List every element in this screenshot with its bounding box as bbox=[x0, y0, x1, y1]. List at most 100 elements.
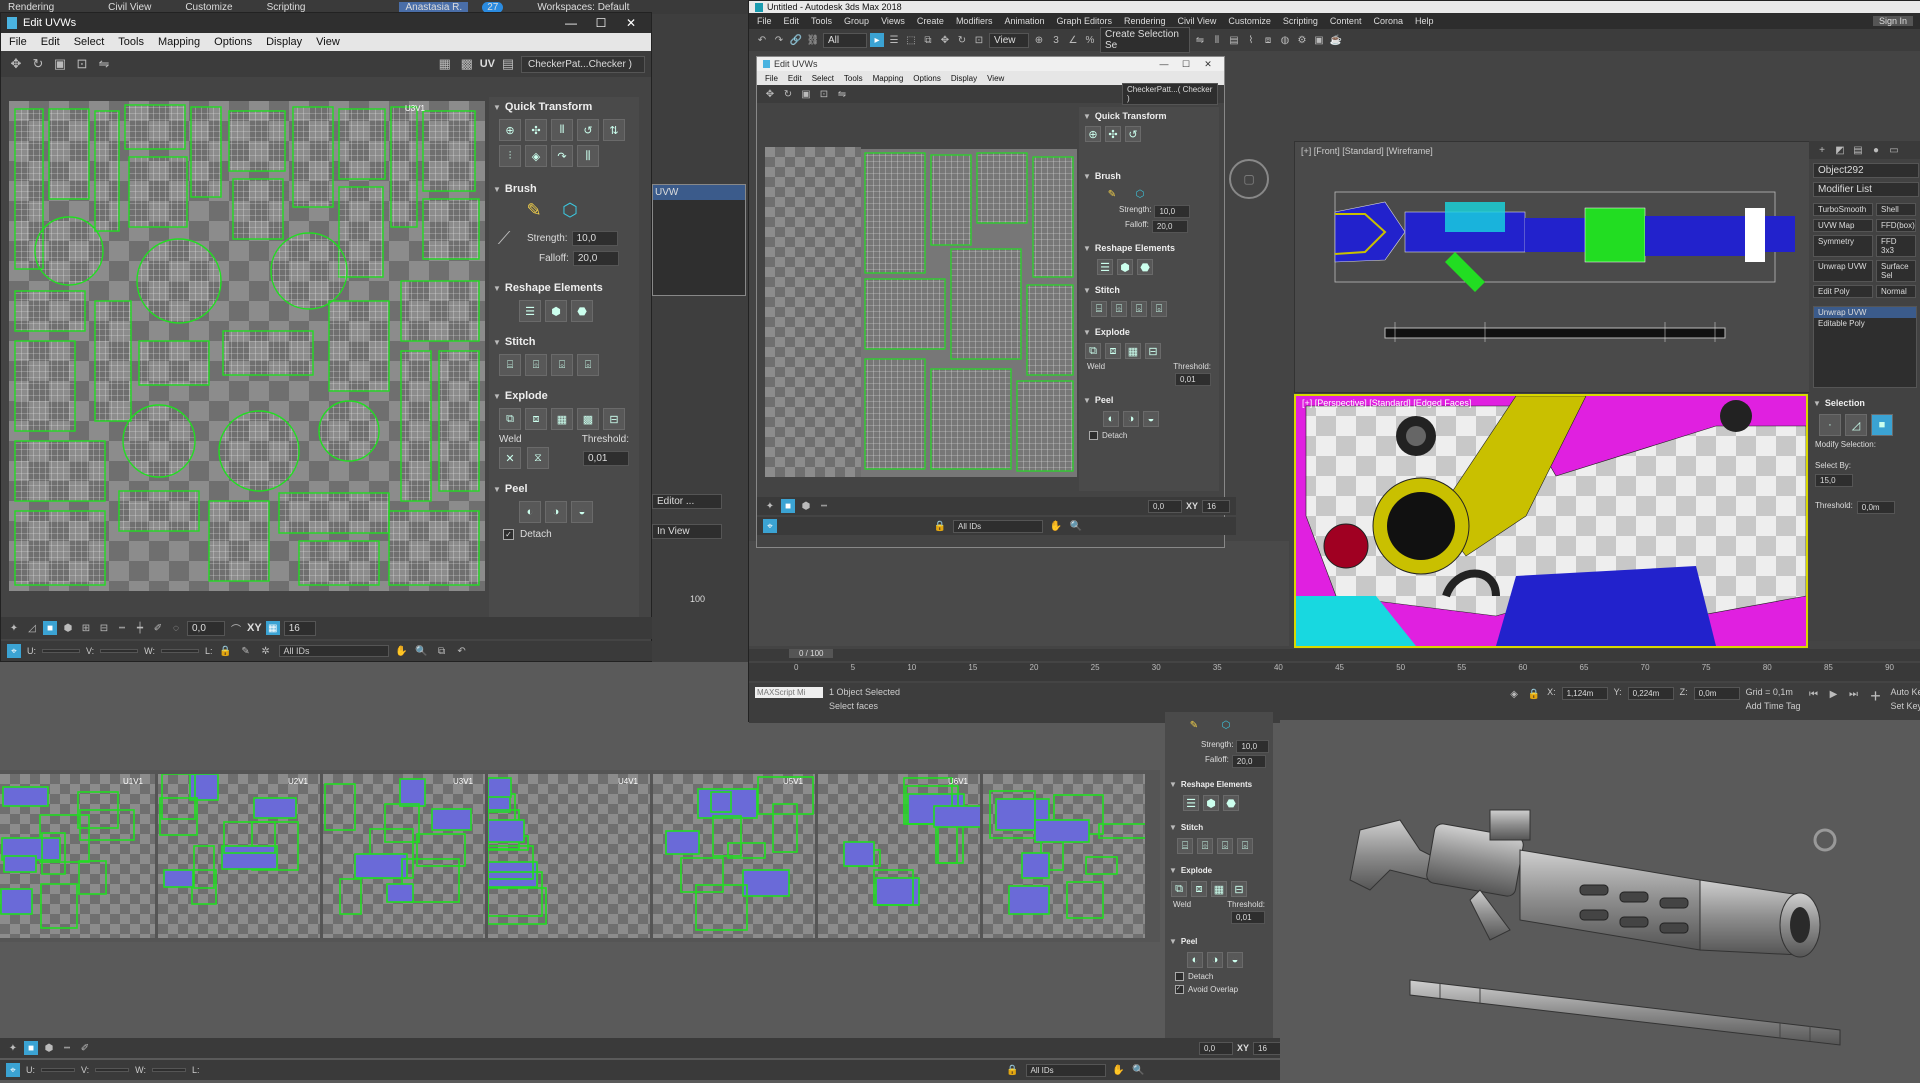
inner-rollout-peel[interactable]: ▼ Peel bbox=[1079, 391, 1219, 409]
inner-id-filter[interactable]: All IDs bbox=[953, 519, 1043, 533]
undo-icon[interactable]: ↶ bbox=[755, 33, 769, 47]
grid-snap-icon[interactable]: ▦ bbox=[265, 621, 280, 635]
select-move-icon[interactable]: ✥ bbox=[938, 33, 952, 47]
menu-file[interactable]: File bbox=[9, 36, 27, 48]
rotate-cw-icon[interactable]: ↷ bbox=[551, 145, 573, 167]
link-icon[interactable]: 🔗 bbox=[789, 33, 803, 47]
grid-display-icon[interactable]: ▦ bbox=[436, 55, 454, 73]
bottom-straighten-icon[interactable]: ☰ bbox=[1183, 795, 1199, 811]
selection-lock-icon[interactable]: 🔒 bbox=[1527, 687, 1541, 701]
inner-menu-mapping[interactable]: Mapping bbox=[873, 74, 904, 83]
go-to-end-icon[interactable]: ⏭ bbox=[1846, 687, 1860, 701]
curve-editor-icon[interactable]: ⌇ bbox=[1244, 33, 1258, 47]
inner-menu-edit[interactable]: Edit bbox=[788, 74, 802, 83]
stitch-custom-icon[interactable]: ⌸ bbox=[499, 354, 521, 376]
inner-falloff-input[interactable]: 20,0 bbox=[1151, 220, 1188, 233]
menu-options[interactable]: Options bbox=[214, 36, 252, 48]
selection-rollout[interactable]: ▼ Selection bbox=[1809, 394, 1920, 412]
undo-icon[interactable]: ↶ bbox=[455, 644, 469, 658]
notification-badge[interactable]: 27 bbox=[482, 1, 504, 13]
shrink-icon[interactable]: ⊟ bbox=[97, 621, 111, 635]
inner-reset-peel-icon[interactable]: ◒ bbox=[1143, 411, 1159, 427]
strip-select-element-icon[interactable]: ⬢ bbox=[42, 1041, 56, 1055]
bottom-stitch-icon-3[interactable]: ⌺ bbox=[1217, 838, 1233, 854]
inner-rollout-reshape[interactable]: ▼ Reshape Elements bbox=[1079, 239, 1219, 257]
layer-icon[interactable]: ▤ bbox=[1227, 33, 1241, 47]
id-filter-dropdown[interactable]: All IDs bbox=[278, 645, 389, 657]
x-coord[interactable]: 1,124m bbox=[1561, 687, 1608, 700]
max-menu-content[interactable]: Content bbox=[1330, 16, 1362, 26]
ring-icon[interactable]: ┿ bbox=[133, 621, 147, 635]
reset-peel-icon[interactable]: ◒ bbox=[571, 501, 593, 523]
face-mode-icon[interactable]: ■ bbox=[1871, 414, 1893, 436]
motion-tab-icon[interactable]: ● bbox=[1869, 143, 1883, 157]
strip-id-filter[interactable]: All IDs bbox=[1025, 1063, 1106, 1077]
display-tab-icon[interactable]: ▭ bbox=[1887, 143, 1901, 157]
strength-input[interactable]: 10,0 bbox=[571, 230, 618, 246]
uvw-modifier-label[interactable]: UVW bbox=[653, 185, 745, 200]
strip-v-input[interactable] bbox=[95, 1068, 130, 1072]
spacing-icon[interactable]: ⫼ bbox=[577, 145, 599, 167]
udim-tile[interactable]: U3V1 bbox=[323, 774, 485, 938]
rollout-reshape[interactable]: ▼ Reshape Elements bbox=[489, 278, 639, 298]
strip-loop-icon[interactable]: ┅ bbox=[60, 1041, 74, 1055]
max-menu-civil-view[interactable]: Civil View bbox=[1178, 16, 1217, 26]
bottom-reset-peel-icon[interactable]: ◒ bbox=[1227, 952, 1243, 968]
inner-maximize-button[interactable]: ☐ bbox=[1176, 58, 1196, 70]
menu-select[interactable]: Select bbox=[74, 36, 105, 48]
cube-icon[interactable]: ⬣ bbox=[571, 300, 593, 322]
xy-toggle[interactable]: XY bbox=[247, 622, 262, 634]
max-menu-group[interactable]: Group bbox=[844, 16, 869, 26]
perspective-viewport-label[interactable]: [+] [Perspective] [Standard] [Edged Face… bbox=[1302, 398, 1471, 408]
menu-tools[interactable]: Tools bbox=[118, 36, 144, 48]
map-dropdown[interactable]: CheckerPat...Checker ) bbox=[521, 55, 645, 73]
inner-lock-icon[interactable]: 🔒 bbox=[933, 519, 947, 533]
bottom-rollout-explode[interactable]: ▼ Explode bbox=[1165, 862, 1273, 879]
inner-menu-view[interactable]: View bbox=[987, 74, 1004, 83]
strip-paint-select-icon[interactable]: ✐ bbox=[78, 1041, 92, 1055]
quick-peel-icon[interactable]: ◐ bbox=[519, 501, 541, 523]
named-selection-dropdown[interactable]: Create Selection Se bbox=[1100, 27, 1190, 53]
menu-mapping[interactable]: Mapping bbox=[158, 36, 200, 48]
max-menu-animation[interactable]: Animation bbox=[1004, 16, 1044, 26]
max-menu-customize[interactable]: Customize bbox=[1228, 16, 1271, 26]
set-key-plus-icon[interactable]: + bbox=[1866, 686, 1884, 706]
bottom-quick-peel-icon[interactable]: ◐ bbox=[1187, 952, 1203, 968]
mod-ffd-3x3[interactable]: FFD 3x3 bbox=[1876, 235, 1916, 257]
select-element-icon[interactable]: ⬢ bbox=[61, 621, 75, 635]
inner-select-vertex-icon[interactable]: ✦ bbox=[763, 499, 777, 513]
edge-mode-icon[interactable]: ◿ bbox=[1845, 414, 1867, 436]
strip-u-input[interactable] bbox=[41, 1068, 75, 1072]
strip-absolute-icon[interactable]: ⌖ bbox=[6, 1063, 20, 1077]
paint-select-icon[interactable]: ✐ bbox=[151, 621, 165, 635]
bottom-relax-brush-icon[interactable]: ⬡ bbox=[1219, 718, 1233, 732]
brush-stroke-icon[interactable]: ⟋ bbox=[495, 228, 513, 248]
stack-item-unwrap[interactable]: Unwrap UVW bbox=[1814, 307, 1916, 318]
mod-turbosmooth[interactable]: TurboSmooth bbox=[1813, 203, 1873, 216]
zoom-icon[interactable]: 🔍 bbox=[415, 644, 429, 658]
bottom-stitch-icon-1[interactable]: ⌸ bbox=[1177, 838, 1193, 854]
inner-rollout-stitch[interactable]: ▼ Stitch bbox=[1079, 281, 1219, 299]
absolute-mode-icon[interactable]: ⌖ bbox=[7, 644, 21, 658]
bottom-paint-brush-icon[interactable]: ✎ bbox=[1187, 718, 1201, 732]
menu-display[interactable]: Display bbox=[266, 36, 302, 48]
u-input[interactable] bbox=[42, 649, 80, 653]
rollout-quick-transform[interactable]: ▼ Quick Transform bbox=[489, 97, 639, 117]
bottom-rollout-peel[interactable]: ▼ Peel bbox=[1165, 933, 1273, 950]
viewcube-widget[interactable]: ▢ bbox=[1229, 159, 1269, 199]
bottom-threshold-input[interactable]: 0,01 bbox=[1231, 911, 1265, 924]
bottom-break-icon[interactable]: ▦ bbox=[1211, 881, 1227, 897]
inner-scale-icon[interactable]: ▣ bbox=[799, 87, 813, 101]
bg-menu-civil-view[interactable]: Civil View bbox=[108, 2, 151, 13]
inner-rollout-quick-transform[interactable]: ▼ Quick Transform bbox=[1079, 107, 1219, 125]
modifier-list-dropdown[interactable]: Modifier List bbox=[1813, 182, 1919, 197]
mirror-icon[interactable]: ⇋ bbox=[95, 55, 113, 73]
inner-zoom-icon[interactable]: 🔍 bbox=[1069, 519, 1083, 533]
stitch-average-icon[interactable]: ⌺ bbox=[551, 354, 573, 376]
bottom-rollout-reshape[interactable]: ▼ Reshape Elements bbox=[1165, 776, 1273, 793]
bottom-cube-icon[interactable]: ⬣ bbox=[1223, 795, 1239, 811]
loop-icon[interactable]: ┅ bbox=[115, 621, 129, 635]
inner-quick-peel-icon[interactable]: ◐ bbox=[1103, 411, 1119, 427]
isolate-icon[interactable]: ◈ bbox=[1507, 687, 1521, 701]
select-edge-icon[interactable]: ◿ bbox=[25, 621, 39, 635]
